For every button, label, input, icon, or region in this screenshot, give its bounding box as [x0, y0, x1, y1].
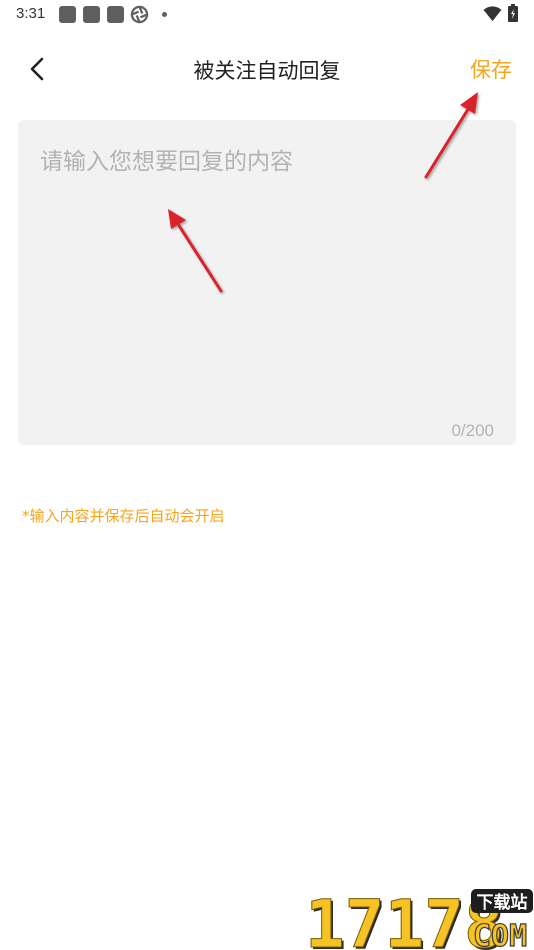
- reply-input[interactable]: [18, 120, 516, 445]
- watermark-suffix: COM: [473, 919, 527, 950]
- auto-reply-screen: 3:31 被关注自动回复 保存 0/200 *输入内容并保: [0, 0, 534, 950]
- char-counter: 0/200: [451, 421, 494, 440]
- status-bar: 3:31: [0, 0, 534, 28]
- notification-icon: [83, 6, 100, 23]
- notification-icon: [107, 6, 124, 23]
- watermark-badge: 下载站: [477, 892, 528, 913]
- header: 被关注自动回复 保存: [0, 40, 534, 98]
- page-title: 被关注自动回复: [193, 59, 341, 83]
- hint-text: *输入内容并保存后自动会开启: [22, 507, 225, 525]
- more-notifications-dot: [162, 12, 167, 17]
- status-time: 3:31: [16, 5, 46, 22]
- back-button[interactable]: [22, 50, 54, 88]
- reply-box: 0/200: [18, 120, 516, 445]
- battery-icon: [508, 4, 518, 22]
- wifi-icon: [483, 6, 502, 22]
- aperture-icon: [130, 5, 149, 24]
- save-button[interactable]: 保存: [470, 54, 512, 84]
- back-arrow-icon: [30, 57, 44, 81]
- notification-icon: [59, 6, 76, 23]
- site-watermark-logo: 17178 17178 下载站 COM: [305, 886, 533, 950]
